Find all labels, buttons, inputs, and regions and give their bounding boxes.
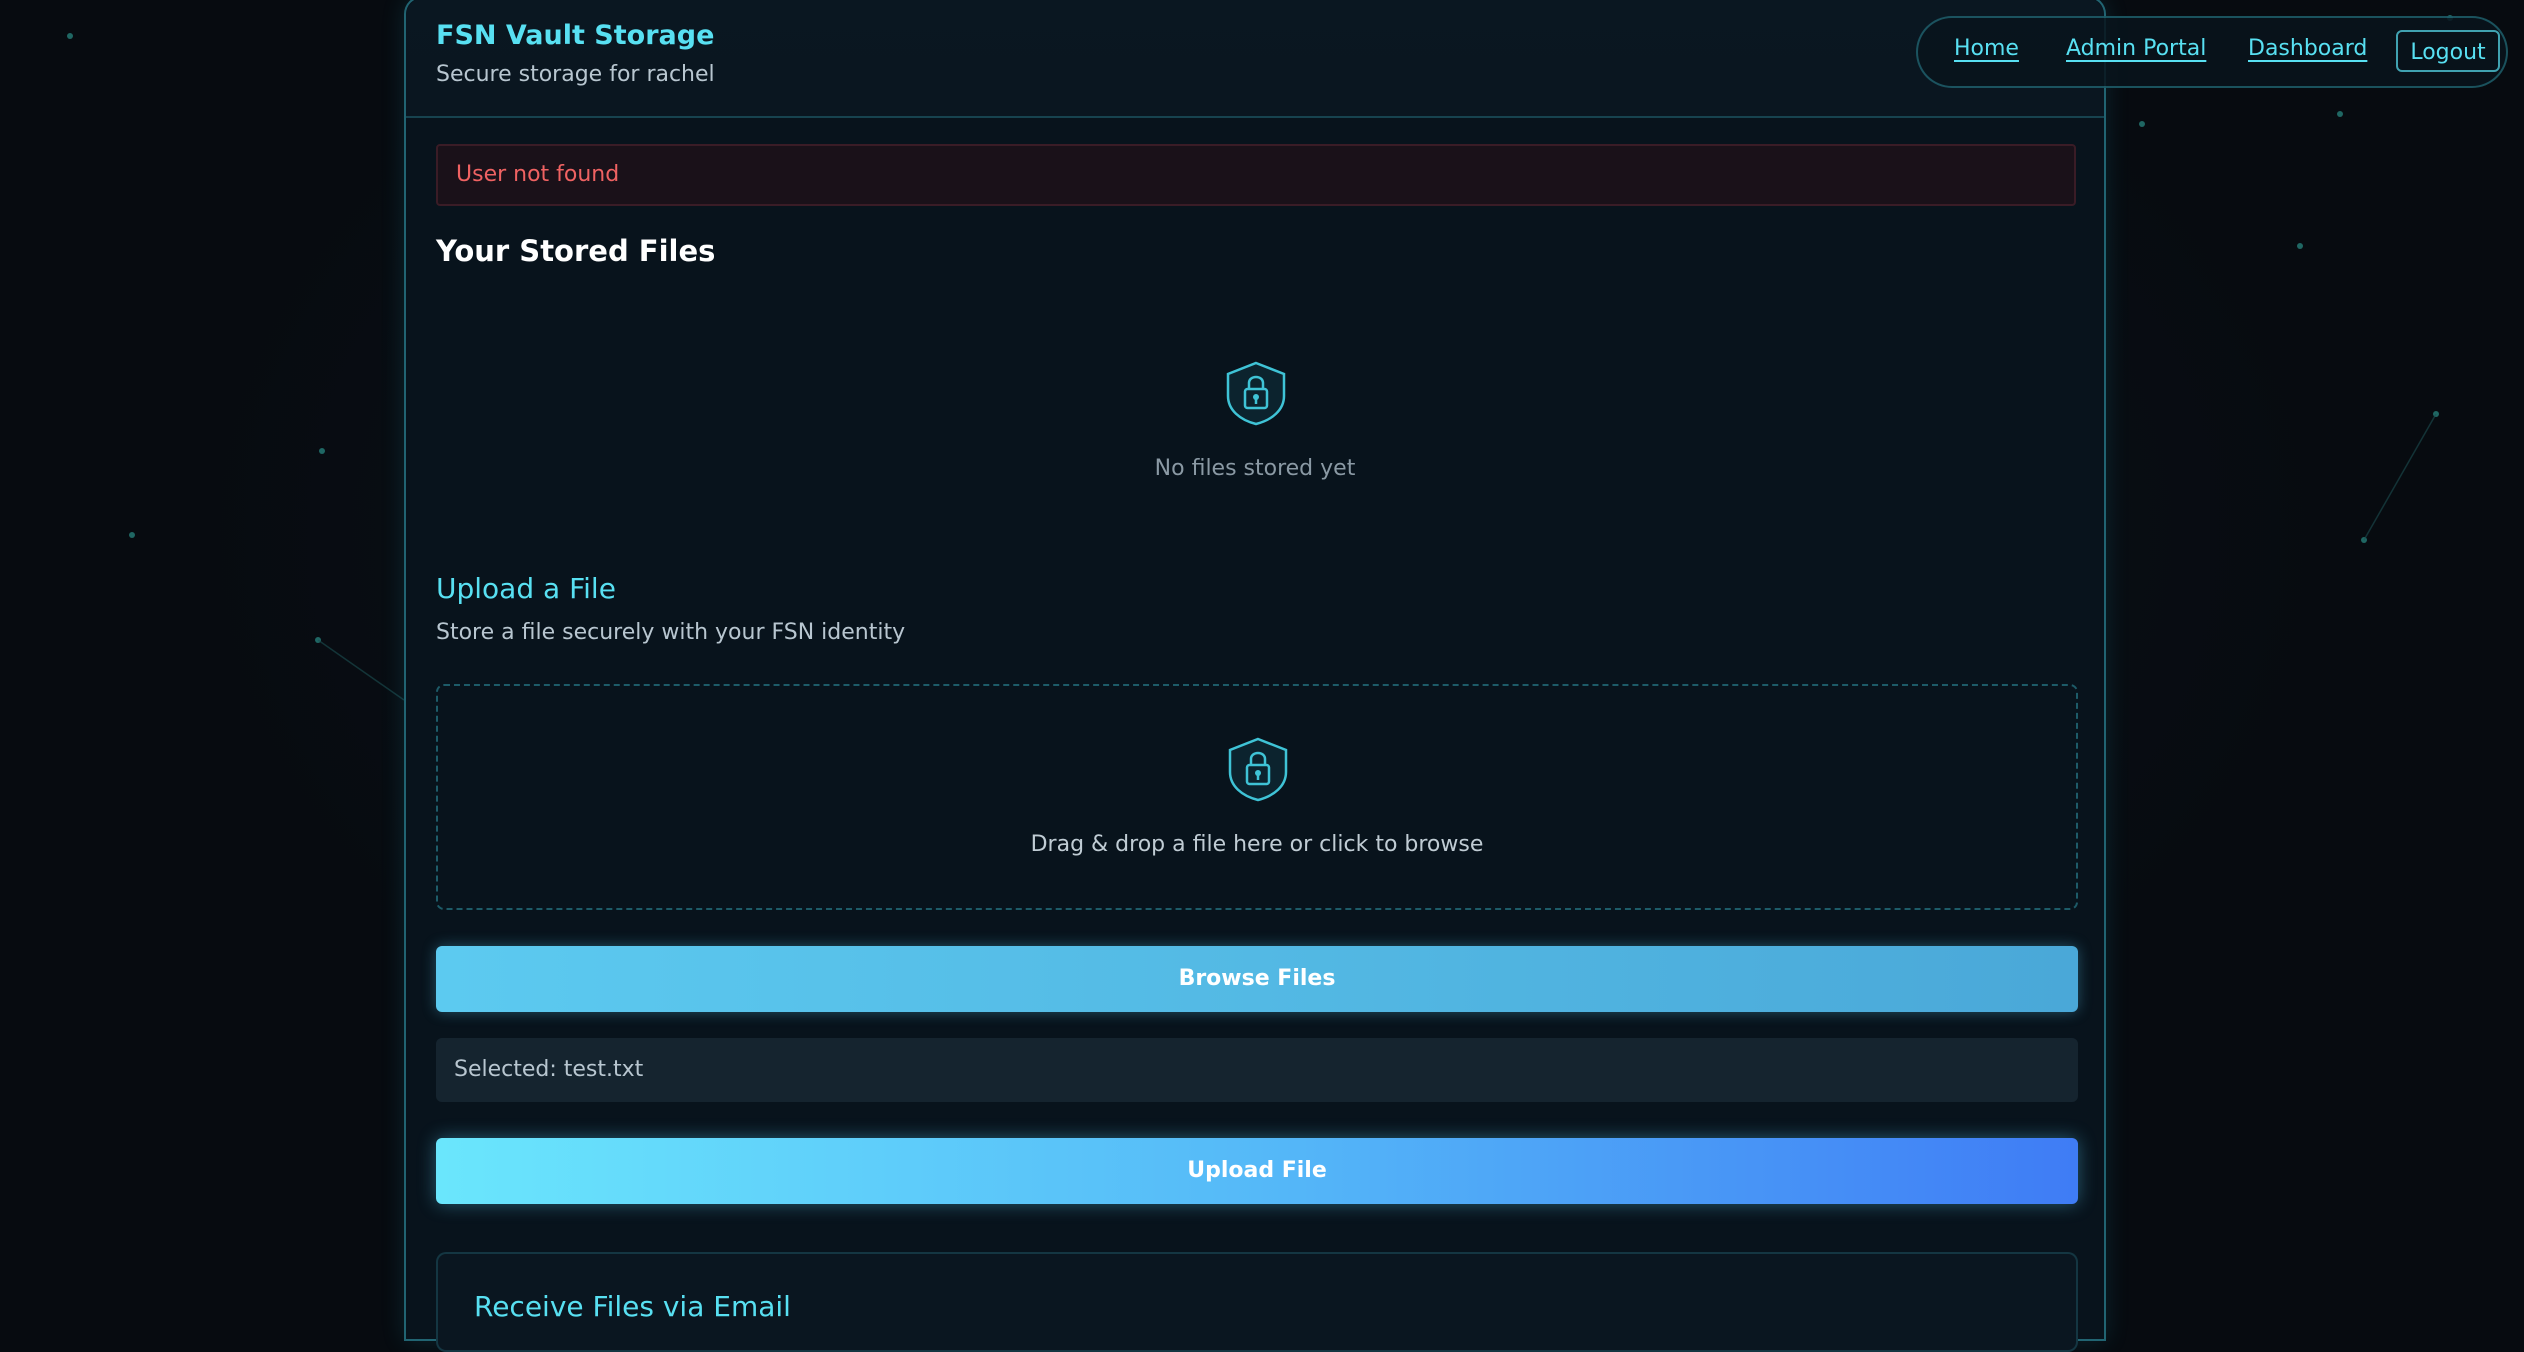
shield-lock-icon — [1226, 736, 1290, 802]
app-title: FSN Vault Storage — [436, 20, 714, 51]
email-receive-card: Receive Files via Email — [436, 1252, 2078, 1352]
vault-panel: FSN Vault Storage Secure storage for rac… — [404, 0, 2106, 1341]
upload-heading: Upload a File — [436, 572, 616, 605]
logout-button[interactable]: Logout — [2396, 30, 2500, 72]
empty-files-message: No files stored yet — [406, 456, 2104, 481]
nav-dashboard-link[interactable]: Dashboard — [2248, 36, 2367, 61]
shield-lock-icon — [1224, 360, 1288, 426]
top-nav: Home Admin Portal Dashboard Logout — [1916, 16, 2508, 88]
nav-admin-portal-link[interactable]: Admin Portal — [2066, 36, 2206, 61]
upload-file-button[interactable]: Upload File — [436, 1138, 2078, 1204]
file-dropzone[interactable]: Drag & drop a file here or click to brow… — [436, 684, 2078, 910]
selected-file-display: Selected: test.txt — [436, 1038, 2078, 1102]
error-alert: User not found — [436, 144, 2076, 206]
stored-files-heading: Your Stored Files — [436, 234, 715, 268]
app-subtitle: Secure storage for rachel — [436, 62, 715, 87]
page-header: FSN Vault Storage Secure storage for rac… — [406, 0, 2104, 118]
email-receive-heading: Receive Files via Email — [474, 1290, 791, 1323]
dropzone-text: Drag & drop a file here or click to brow… — [438, 832, 2076, 857]
upload-description: Store a file securely with your FSN iden… — [436, 620, 905, 645]
nav-home-link[interactable]: Home — [1954, 36, 2019, 61]
browse-files-button[interactable]: Browse Files — [436, 946, 2078, 1012]
